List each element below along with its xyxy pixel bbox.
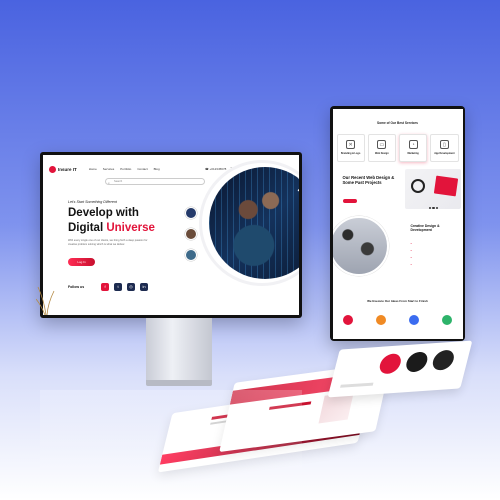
login-button[interactable]: Log In [68, 258, 95, 266]
monitor-stand [146, 318, 212, 382]
carousel-thumb-3[interactable] [185, 249, 197, 261]
social-links: f t ◎ in [101, 283, 148, 291]
desktop-monitor: Insure IT Home Services Portfolio Contac… [40, 152, 302, 318]
services-title: Some of Our Best Services [377, 120, 418, 125]
nav-item-contact[interactable]: Contact [137, 167, 147, 171]
brochure-image [433, 175, 458, 196]
service-label: Marketing [407, 151, 419, 155]
grass-decoration [36, 286, 55, 315]
nav-item-blog[interactable]: Blog [154, 167, 160, 171]
floor-reflection [40, 390, 302, 500]
projects-button[interactable] [342, 198, 357, 203]
service-card-app[interactable]: ▯ App Development [430, 133, 459, 162]
team-image [332, 215, 389, 276]
follow-label: Follow us [68, 285, 85, 289]
web-design-icon: ▭ [377, 139, 387, 149]
app-icon: ▯ [439, 139, 449, 149]
slider-dots[interactable] [428, 206, 438, 209]
marketing-icon: ◔ [408, 139, 418, 149]
search-input[interactable]: ⌕ Search [105, 178, 205, 185]
launch-icon [442, 314, 453, 325]
feature-item [411, 262, 414, 269]
logo-text[interactable]: Insure IT [58, 167, 77, 172]
process-title: We Execute Our Ideas From Start to Finis… [367, 298, 428, 303]
creative-title: Creative Design & Development [410, 223, 440, 232]
service-card-branding[interactable]: ✕ Branding & Logo [336, 133, 365, 162]
instagram-icon[interactable]: ◎ [127, 283, 135, 291]
projects-title: Our Recent Web Design & Some Past Projec… [342, 174, 395, 185]
website-screen: Insure IT Home Services Portfolio Contac… [43, 155, 299, 315]
branding-icon: ✕ [346, 139, 356, 149]
hero-kicker: Let's Start Something Different [68, 200, 117, 204]
service-label: Web Design [375, 151, 389, 155]
logo-icon [49, 165, 56, 173]
tablet-screen: Some of Our Best Services ✕ Branding & L… [332, 108, 463, 339]
tablet-device: Some of Our Best Services ✕ Branding & L… [330, 106, 465, 341]
phone-link[interactable]: ☎ +012345678 [205, 167, 226, 171]
facebook-icon[interactable]: f [101, 283, 109, 291]
feature-list [411, 241, 414, 269]
process-icons [342, 314, 453, 325]
feature-circle-dark [404, 351, 430, 373]
build-icon [409, 314, 420, 325]
nav-item-portfolio[interactable]: Portfolio [120, 167, 131, 171]
feature-circle-dark [430, 349, 457, 371]
feature-circle-red [377, 353, 404, 375]
hero-headline-accent: Universe [106, 222, 155, 234]
service-card-web-design[interactable]: ▭ Web Design [367, 133, 396, 162]
search-icon: ⌕ [108, 181, 110, 185]
hero-description: With every single one of our clients, we… [68, 239, 148, 246]
nav-item-services[interactable]: Services [103, 167, 115, 171]
hero-headline-line1: Develop with [68, 207, 139, 219]
nav-item-home[interactable]: Home [89, 167, 97, 171]
floating-page-1 [327, 340, 473, 398]
page-text-bar [340, 382, 374, 388]
service-label: App Development [434, 151, 455, 155]
twitter-icon[interactable]: t [114, 283, 122, 291]
carousel-thumb-1[interactable] [185, 207, 197, 219]
ring-accent-icon [295, 175, 299, 193]
feature-item [411, 241, 414, 248]
carousel-thumb-2[interactable] [185, 228, 197, 240]
hero-headline-plain: Digital [68, 222, 107, 234]
device-image [410, 178, 425, 193]
feature-item [411, 255, 414, 262]
hero-headline-line2: Digital Universe [68, 222, 155, 234]
monitor-stand-base [146, 380, 212, 386]
search-placeholder: Search [114, 180, 123, 183]
service-card-marketing[interactable]: ◔ Marketing [399, 133, 428, 162]
idea-icon [342, 314, 353, 325]
service-label: Branding & Logo [340, 151, 361, 155]
projects-image [404, 168, 461, 209]
plan-icon [375, 314, 386, 325]
feature-item [411, 248, 414, 255]
linkedin-icon[interactable]: in [140, 283, 148, 291]
nav-links: Home Services Portfolio Contact Blog [89, 167, 160, 171]
services-row: ✕ Branding & Logo ▭ Web Design ◔ Marketi… [336, 133, 459, 162]
